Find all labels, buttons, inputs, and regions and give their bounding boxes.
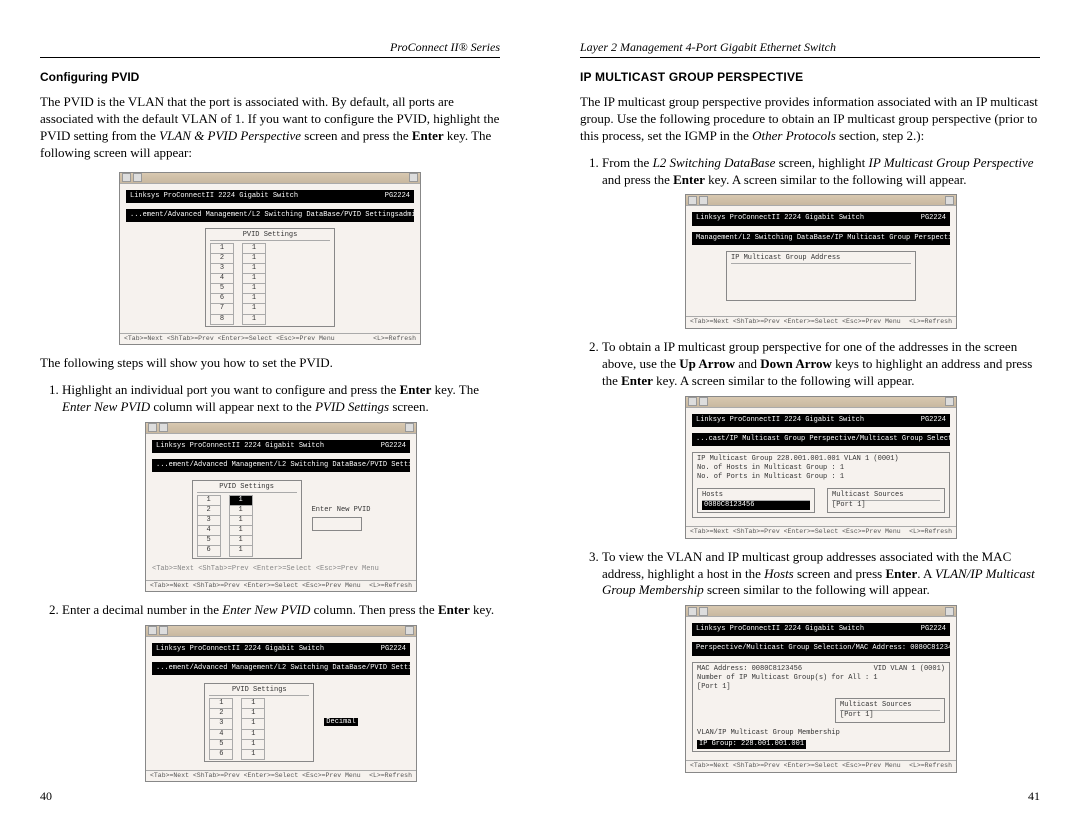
- page-left: ProConnect II® Series Configuring PVID T…: [0, 0, 540, 834]
- screenshot-ipmg-selection: Linksys ProConnectII 2224 Gigabit Switch…: [685, 396, 957, 539]
- pvid-step-1: Highlight an individual port you want to…: [62, 382, 500, 592]
- page-right: Layer 2 Management 4-Port Gigabit Ethern…: [540, 0, 1080, 834]
- screenshot-enter-new-pvid: Linksys ProConnectII 2224 Gigabit Switch…: [145, 422, 417, 592]
- ipmg-step-3: To view the VLAN and IP multicast group …: [602, 549, 1040, 773]
- screenshot-enter-decimal: Linksys ProConnectII 2224 Gigabit Switch…: [145, 625, 417, 782]
- pvid-step-2: Enter a decimal number in the Enter New …: [62, 602, 500, 782]
- screenshot-ipmg-membership: Linksys ProConnectII 2224 Gigabit Switch…: [685, 605, 957, 772]
- screenshot-ipmg-list: Linksys ProConnectII 2224 Gigabit Switch…: [685, 194, 957, 328]
- running-head-right: Layer 2 Management 4-Port Gigabit Ethern…: [580, 40, 1040, 58]
- page-number-left: 40: [40, 789, 52, 804]
- page-number-right: 41: [1028, 789, 1040, 804]
- pvid-intro: The PVID is the VLAN that the port is as…: [40, 94, 500, 162]
- pvid-mid: The following steps will show you how to…: [40, 355, 500, 372]
- ipmg-step-2: To obtain a IP multicast group perspecti…: [602, 339, 1040, 539]
- heading-configuring-pvid: Configuring PVID: [40, 70, 500, 84]
- ipmg-step-1: From the L2 Switching DataBase screen, h…: [602, 155, 1040, 329]
- screenshot-pvid-settings: Linksys ProConnectII 2224 Gigabit Switch…: [119, 172, 421, 345]
- ipmg-steps: From the L2 Switching DataBase screen, h…: [602, 155, 1040, 773]
- ipmg-intro: The IP multicast group perspective provi…: [580, 94, 1040, 145]
- running-head-left: ProConnect II® Series: [40, 40, 500, 58]
- pvid-steps: Highlight an individual port you want to…: [62, 382, 500, 782]
- heading-ip-multicast: IP MULTICAST GROUP PERSPECTIVE: [580, 70, 1040, 84]
